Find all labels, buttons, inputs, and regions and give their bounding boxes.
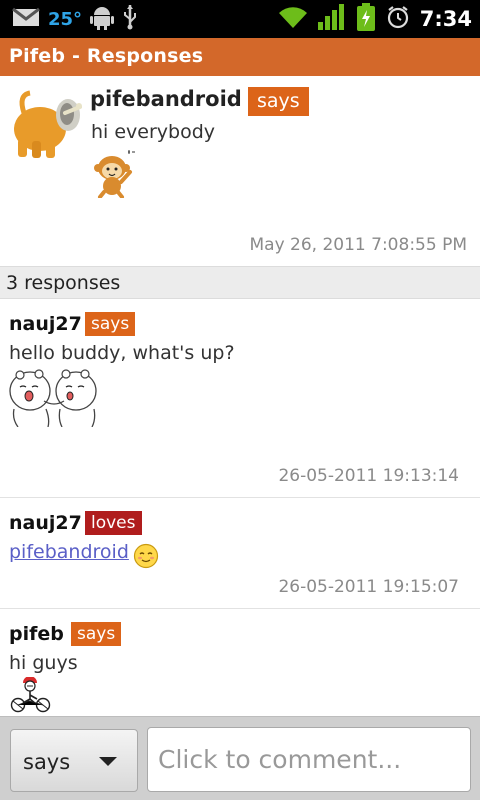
cyclist-emoticon-icon [9,676,53,713]
gmail-icon [12,7,40,31]
responses-count-text: 3 responses [6,272,121,294]
response-author[interactable]: nauj27 [9,313,82,335]
post-verb-badge: says [248,87,309,116]
temperature-text: 25° [48,8,83,30]
response-text: hello buddy, what's up? [9,342,235,364]
app-title: Pifeb - Responses [9,45,204,67]
verb-dropdown[interactable]: says [10,729,138,792]
blushing-smiley-icon [133,543,159,569]
wifi-icon [278,5,308,33]
monkey-hi-emoticon-icon [90,148,142,199]
alarm-icon [386,5,410,33]
response-item[interactable]: nauj27 says hello buddy, what's up? 26-0… [0,299,480,498]
responses-count-header: 3 responses [0,266,480,299]
elephant-avatar-icon[interactable] [10,87,82,159]
response-text: hi guys [9,652,78,674]
response-author[interactable]: pifeb [9,623,64,645]
response-author[interactable]: nauj27 [9,512,82,534]
response-mention: pifebandroid [9,541,129,563]
post-text: hi everybody [91,121,216,143]
mention-link[interactable]: pifebandroid [9,541,129,563]
status-bar-right: 7:34 [278,3,472,35]
comment-field-container[interactable] [147,727,471,792]
original-post[interactable]: pifebandroid says hi everybody May 26, 2… [0,76,480,266]
response-timestamp: 26-05-2011 19:13:14 [278,466,459,486]
verb-dropdown-value: says [23,750,71,774]
response-item[interactable]: nauj27 loves pifebandroid 26-05-2011 19:… [0,498,480,609]
response-verb-badge: says [71,622,122,646]
title-bar: Pifeb - Responses [0,38,480,76]
status-bar-left: 25° [12,5,138,33]
clock-text: 7:34 [419,7,472,31]
post-author[interactable]: pifebandroid [90,87,242,111]
signal-icon [317,4,346,34]
battery-icon [356,3,376,35]
response-item[interactable]: pifeb says hi guys [0,609,480,717]
usb-icon [122,4,138,34]
android-icon [90,4,115,34]
comment-composer-bar: says [0,716,480,800]
response-verb-badge: says [85,312,136,336]
response-timestamp: 26-05-2011 19:15:07 [278,577,459,597]
post-timestamp: May 26, 2011 7:08:55 PM [249,235,467,255]
dropdown-arrow-icon [99,757,117,766]
hug-emoticon-icon [8,369,100,428]
comment-input[interactable] [158,736,458,782]
response-verb-badge: loves [85,511,142,535]
status-bar: 25° 7:34 [0,0,480,38]
